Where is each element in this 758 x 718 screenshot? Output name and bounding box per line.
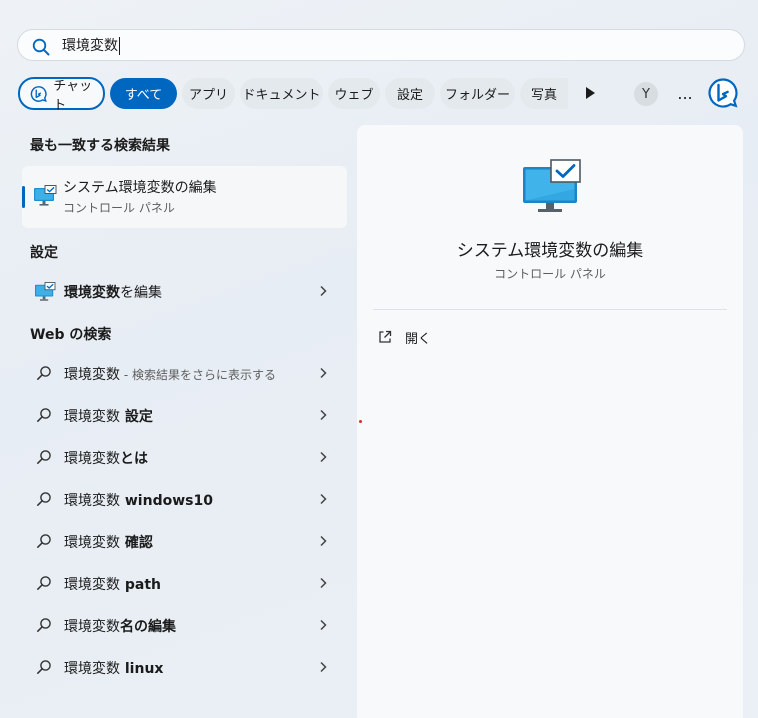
chip-chat-label: チャット [53, 78, 93, 113]
settings-result-row[interactable]: 環境変数を編集 [22, 271, 347, 311]
best-match-heading: 最も一致する検索結果 [30, 138, 170, 154]
web-result-text: 環境変数 windows10 [64, 493, 213, 509]
search-icon [37, 408, 51, 422]
chevron-right-icon [320, 451, 327, 463]
web-result-row[interactable]: 環境変数 linux [22, 647, 347, 687]
system-monitor-icon [34, 185, 57, 206]
preview-subtitle: コントロール パネル [494, 267, 606, 281]
web-result-row[interactable]: 環境変数 設定 [22, 395, 347, 435]
chip-folders[interactable]: フォルダー [440, 78, 515, 109]
chevron-right-icon [320, 535, 327, 547]
chip-settings[interactable]: 設定 [385, 78, 435, 109]
settings-heading: 設定 [30, 245, 58, 261]
search-query-text: 環境変数 [62, 38, 118, 54]
web-result-row[interactable]: 環境変数 - 検索結果をさらに表示する [22, 353, 347, 393]
chevron-right-icon [320, 661, 327, 673]
more-options-button[interactable]: ... [674, 81, 696, 105]
search-icon [32, 38, 50, 56]
system-monitor-icon [523, 159, 581, 212]
search-icon [37, 534, 51, 548]
play-arrow-icon[interactable] [582, 85, 598, 101]
search-icon [37, 492, 51, 506]
search-icon [37, 576, 51, 590]
bing-icon[interactable] [707, 77, 739, 109]
selection-indicator [22, 186, 25, 208]
chip-photos[interactable]: 写真 [520, 78, 568, 109]
chevron-right-icon [320, 619, 327, 631]
web-result-row[interactable]: 環境変数とは [22, 437, 347, 477]
divider [373, 309, 727, 310]
preview-pane: システム環境変数の編集 コントロール パネル 開く [357, 125, 743, 718]
chevron-right-icon [320, 577, 327, 589]
open-external-icon [379, 330, 392, 343]
chevron-right-icon [320, 409, 327, 421]
chip-apps[interactable]: アプリ [182, 78, 235, 109]
filter-bar: チャット すべて アプリ ドキュメント ウェブ 設定 フォルダー 写真 Y ..… [18, 77, 743, 113]
settings-result-text: 環境変数を編集 [64, 285, 162, 301]
chip-documents[interactable]: ドキュメント [240, 78, 323, 109]
cursor-dot [359, 420, 362, 423]
web-result-text: 環境変数 確認 [64, 535, 153, 551]
web-result-row[interactable]: 環境変数 path [22, 563, 347, 603]
chevron-right-icon [320, 367, 327, 379]
best-match-title: システム環境変数の編集 [63, 180, 217, 196]
search-box[interactable]: 環境変数 [17, 29, 745, 61]
chip-web[interactable]: ウェブ [328, 78, 380, 109]
search-icon [37, 366, 51, 380]
web-result-text: 環境変数 - 検索結果をさらに表示する [64, 367, 276, 383]
web-result-text: 環境変数とは [64, 451, 148, 467]
avatar[interactable]: Y [634, 82, 658, 106]
chip-all[interactable]: すべて [110, 78, 177, 109]
chevron-right-icon [320, 493, 327, 505]
chip-chat[interactable]: チャット [18, 77, 105, 113]
open-label: 開く [405, 331, 432, 347]
best-match-subtitle: コントロール パネル [63, 201, 175, 215]
text-caret [119, 37, 120, 55]
bing-chat-icon [30, 85, 47, 102]
chevron-right-icon [320, 285, 327, 297]
web-result-text: 環境変数名の編集 [64, 619, 176, 635]
search-icon [37, 450, 51, 464]
preview-title: システム環境変数の編集 [456, 241, 644, 261]
web-result-row[interactable]: 環境変数 windows10 [22, 479, 347, 519]
search-icon [37, 618, 51, 632]
search-input[interactable]: 環境変数 [62, 36, 120, 56]
web-result-row[interactable]: 環境変数 確認 [22, 521, 347, 561]
search-icon [37, 660, 51, 674]
open-action[interactable]: 開く [377, 325, 431, 349]
web-result-text: 環境変数 path [64, 577, 162, 593]
web-result-text: 環境変数 linux [64, 661, 164, 677]
web-search-heading: Web の検索 [30, 327, 112, 343]
web-result-row[interactable]: 環境変数名の編集 [22, 605, 347, 645]
system-monitor-icon [35, 282, 56, 301]
best-match-result[interactable]: システム環境変数の編集 コントロール パネル [22, 166, 347, 228]
web-result-text: 環境変数 設定 [64, 409, 153, 425]
